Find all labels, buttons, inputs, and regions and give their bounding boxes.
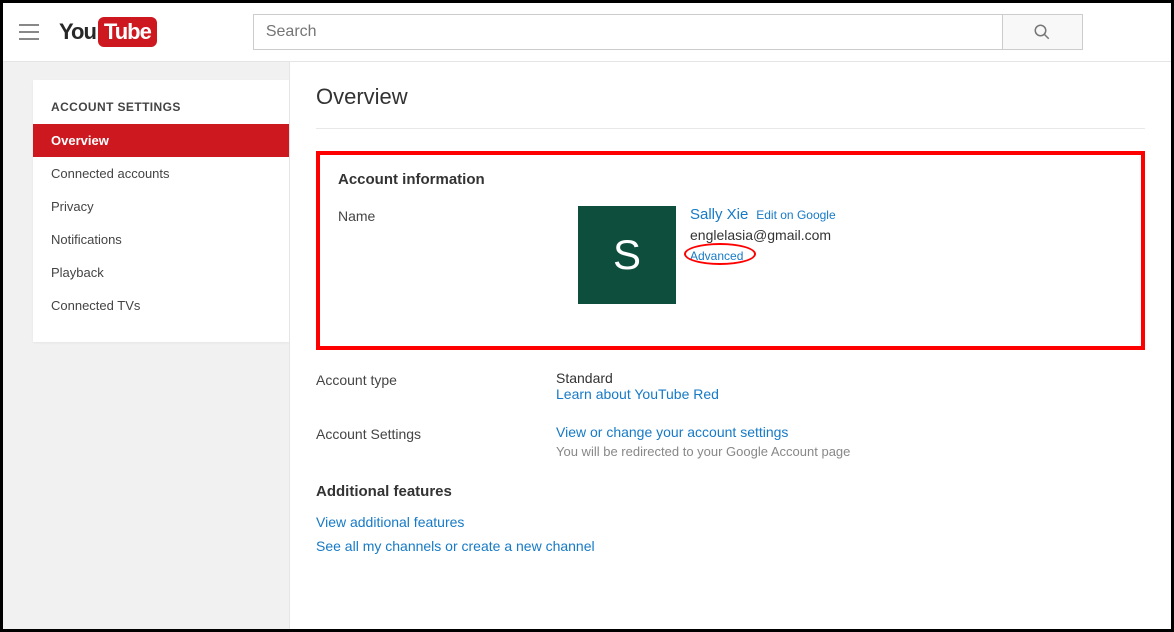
sidebar-heading: ACCOUNT SETTINGS xyxy=(33,94,289,124)
main-content: Overview Account information Name S Sall… xyxy=(289,62,1171,632)
youtube-logo[interactable]: YouTube xyxy=(59,17,157,47)
additional-features: Additional features View additional feat… xyxy=(316,483,1145,554)
edit-on-google-link[interactable]: Edit on Google xyxy=(756,208,835,222)
sidebar-item-notifications[interactable]: Notifications xyxy=(33,223,289,256)
additional-features-heading: Additional features xyxy=(316,483,1145,500)
sidebar-item-connected-tvs[interactable]: Connected TVs xyxy=(33,289,289,322)
sidebar-item-connected-accounts[interactable]: Connected accounts xyxy=(33,157,289,190)
avatar[interactable]: S xyxy=(578,206,676,304)
see-all-channels-link[interactable]: See all my channels or create a new chan… xyxy=(316,538,1145,554)
sidebar-item-overview[interactable]: Overview xyxy=(33,124,289,157)
logo-text-you: You xyxy=(59,19,96,45)
app-frame: YouTube ACCOUNT SETTINGS Overview Connec… xyxy=(0,0,1174,632)
youtube-red-link[interactable]: Learn about YouTube Red xyxy=(556,386,1145,402)
row-account-type: Account type Standard Learn about YouTub… xyxy=(316,370,1145,402)
advanced-link[interactable]: Advanced xyxy=(690,249,743,263)
account-settings-note: You will be redirected to your Google Ac… xyxy=(556,444,1145,459)
title-divider xyxy=(316,128,1145,129)
logo-text-tube: Tube xyxy=(98,17,157,47)
account-info-highlight: Account information Name S Sally Xie Edi… xyxy=(316,151,1145,350)
top-bar: YouTube xyxy=(3,3,1171,61)
search-button[interactable] xyxy=(1003,14,1083,50)
sidebar-item-playback[interactable]: Playback xyxy=(33,256,289,289)
search-input[interactable] xyxy=(253,14,1003,50)
sidebar-card: ACCOUNT SETTINGS Overview Connected acco… xyxy=(33,80,289,342)
advanced-wrap: Advanced xyxy=(690,247,836,263)
user-email: englelasia@gmail.com xyxy=(690,227,836,243)
search-icon xyxy=(1033,23,1051,41)
name-value: S Sally Xie Edit on Google englelasia@gm… xyxy=(578,206,1123,304)
account-info-heading: Account information xyxy=(338,171,1123,188)
view-additional-features-link[interactable]: View additional features xyxy=(316,514,1145,530)
page-title: Overview xyxy=(316,84,1145,110)
row-name: Name S Sally Xie Edit on Google englelas… xyxy=(338,206,1123,304)
body: ACCOUNT SETTINGS Overview Connected acco… xyxy=(3,62,1171,632)
account-settings-label: Account Settings xyxy=(316,424,556,442)
search-wrap xyxy=(253,14,1083,50)
account-type-text: Standard xyxy=(556,370,1145,386)
user-name: Sally Xie xyxy=(690,206,748,223)
account-type-label: Account type xyxy=(316,370,556,388)
account-settings-link[interactable]: View or change your account settings xyxy=(556,424,1145,440)
sidebar: ACCOUNT SETTINGS Overview Connected acco… xyxy=(3,62,273,632)
row-account-settings: Account Settings View or change your acc… xyxy=(316,424,1145,459)
user-name-line: Sally Xie Edit on Google xyxy=(690,206,836,223)
account-settings-value: View or change your account settings You… xyxy=(556,424,1145,459)
sidebar-item-privacy[interactable]: Privacy xyxy=(33,190,289,223)
name-info: Sally Xie Edit on Google englelasia@gmai… xyxy=(690,206,836,263)
menu-icon[interactable] xyxy=(17,20,41,44)
name-label: Name xyxy=(338,206,578,224)
account-type-value: Standard Learn about YouTube Red xyxy=(556,370,1145,402)
